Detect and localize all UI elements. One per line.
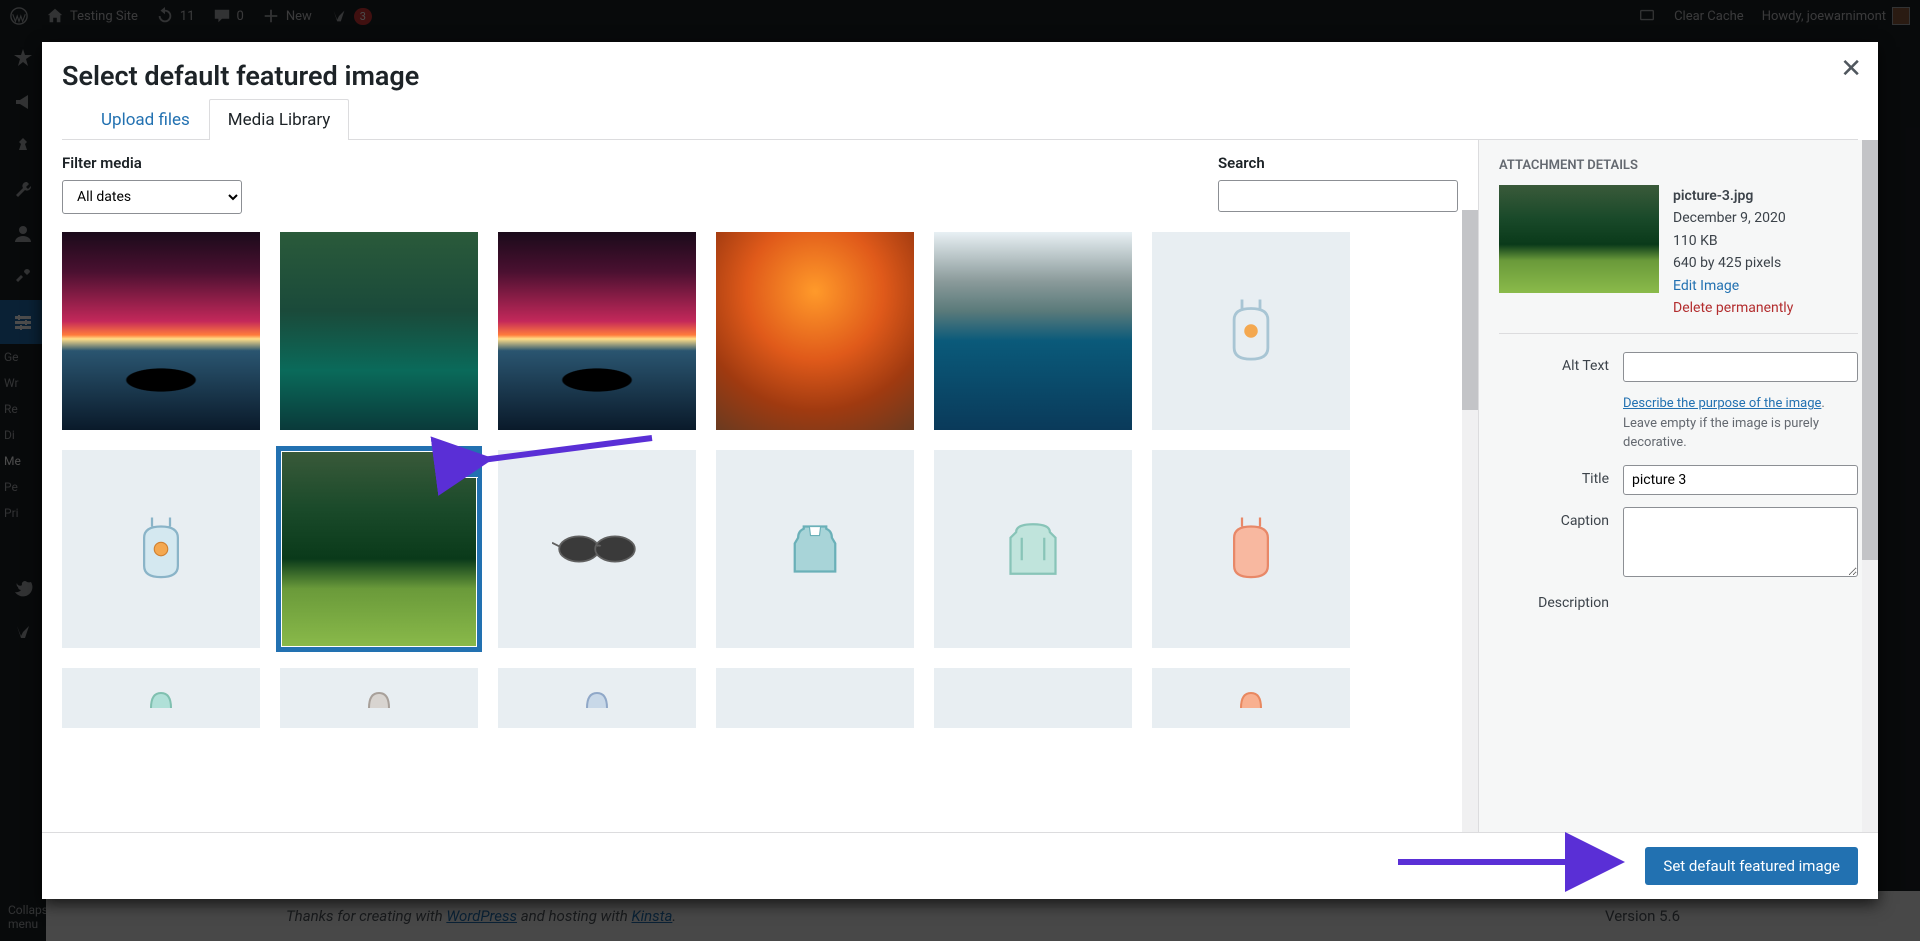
set-default-button[interactable]: Set default featured image xyxy=(1645,847,1858,885)
filter-label: Filter media xyxy=(62,154,242,172)
delete-link[interactable]: Delete permanently xyxy=(1673,297,1793,319)
date-filter-select[interactable]: All dates xyxy=(62,180,242,214)
details-date: December 9, 2020 xyxy=(1673,207,1793,229)
modal-overlay: Select default featured image ✕ Upload f… xyxy=(0,0,1920,941)
modal-tabs: Upload files Media Library xyxy=(62,98,1858,140)
filter-group: Filter media All dates xyxy=(62,154,242,214)
close-button[interactable]: ✕ xyxy=(1840,54,1862,84)
tab-upload-files[interactable]: Upload files xyxy=(82,99,209,140)
browser-scrollbar[interactable] xyxy=(1462,210,1478,832)
media-item[interactable] xyxy=(498,450,696,648)
search-input[interactable] xyxy=(1218,180,1458,212)
caption-label: Caption xyxy=(1499,507,1609,529)
media-item[interactable] xyxy=(716,450,914,648)
scrollbar-thumb[interactable] xyxy=(1462,210,1478,410)
media-modal: Select default featured image ✕ Upload f… xyxy=(42,42,1878,899)
details-meta: picture-3.jpg December 9, 2020 110 KB 64… xyxy=(1673,185,1793,319)
details-thumbnail xyxy=(1499,185,1659,293)
details-scrollbar-thumb[interactable] xyxy=(1862,140,1878,560)
media-item[interactable] xyxy=(62,668,260,728)
details-size: 110 KB xyxy=(1673,230,1793,252)
media-item[interactable] xyxy=(498,232,696,430)
details-dimensions: 640 by 425 pixels xyxy=(1673,252,1793,274)
annotation-arrow-2 xyxy=(1388,847,1628,881)
details-filename: picture-3.jpg xyxy=(1673,185,1793,207)
title-label: Title xyxy=(1499,465,1609,487)
media-item[interactable] xyxy=(934,668,1132,728)
modal-footer: Set default featured image xyxy=(42,832,1878,899)
media-item[interactable] xyxy=(62,450,260,648)
modal-body: Filter media All dates Search xyxy=(42,140,1878,832)
description-label: Description xyxy=(1499,589,1609,611)
media-item[interactable] xyxy=(716,668,914,728)
tab-media-library[interactable]: Media Library xyxy=(209,99,350,140)
alt-text-input[interactable] xyxy=(1623,352,1858,382)
media-item[interactable] xyxy=(280,668,478,728)
media-item[interactable] xyxy=(934,232,1132,430)
search-group: Search xyxy=(1218,154,1458,214)
media-item[interactable] xyxy=(1152,668,1350,728)
edit-image-link[interactable]: Edit Image xyxy=(1673,275,1793,297)
modal-title: Select default featured image xyxy=(62,60,1858,92)
media-item[interactable] xyxy=(934,450,1132,648)
search-label: Search xyxy=(1218,154,1458,172)
details-scrollbar[interactable] xyxy=(1862,140,1878,832)
media-browser: Filter media All dates Search xyxy=(42,140,1478,832)
media-item[interactable] xyxy=(1152,232,1350,430)
modal-header: Select default featured image ✕ Upload f… xyxy=(42,42,1878,140)
media-item[interactable] xyxy=(498,668,696,728)
title-input[interactable] xyxy=(1623,465,1858,495)
alt-text-hint: Describe the purpose of the image. Leave… xyxy=(1623,394,1858,453)
attachment-details: ATTACHMENT DETAILS picture-3.jpg Decembe… xyxy=(1478,140,1878,832)
caption-input[interactable] xyxy=(1623,507,1858,577)
media-item-selected[interactable] xyxy=(280,450,478,648)
alt-text-label: Alt Text xyxy=(1499,352,1609,374)
media-item[interactable] xyxy=(62,232,260,430)
details-heading: ATTACHMENT DETAILS xyxy=(1499,158,1858,173)
alt-hint-link[interactable]: Describe the purpose of the image xyxy=(1623,396,1821,411)
check-icon xyxy=(451,450,478,477)
media-item[interactable] xyxy=(1152,450,1350,648)
media-item[interactable] xyxy=(716,232,914,430)
media-item[interactable] xyxy=(280,232,478,430)
media-grid xyxy=(62,232,1458,728)
